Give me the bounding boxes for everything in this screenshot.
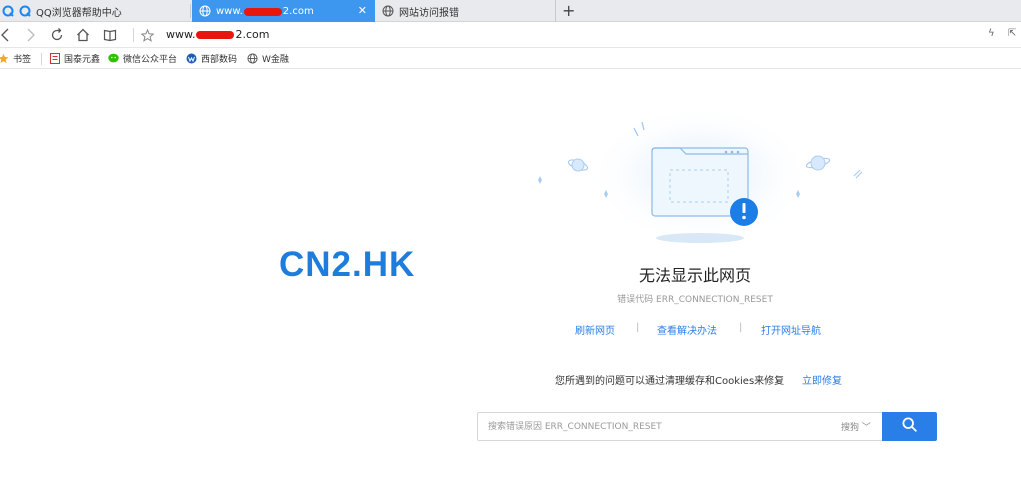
- bookmark-label: 西部数码: [201, 55, 238, 65]
- error-title: 无法显示此网页: [638, 266, 751, 285]
- reading-mode-icon[interactable]: [101, 26, 119, 44]
- qq-browser-icon: [19, 5, 31, 17]
- url-prefix: www.: [166, 28, 196, 41]
- navigation-bar: www. 2.com ϟ ⇱: [0, 23, 1021, 48]
- search-engine-select[interactable]: 搜狗 ﹀: [841, 420, 871, 433]
- bookmark-item[interactable]: 国泰元鑫: [49, 52, 100, 65]
- forward-icon[interactable]: [22, 26, 40, 44]
- globe-icon: [199, 5, 211, 17]
- cache-hint: 您所遇到的问题可以通过清理缓存和Cookies来修复: [555, 376, 785, 387]
- tab-title-prefix: www.: [216, 5, 243, 17]
- tab-title: 网站访问报错: [399, 7, 459, 19]
- home-icon[interactable]: [74, 26, 92, 44]
- bookmarks-label: 书签: [13, 55, 32, 65]
- tab-site-error[interactable]: 网站访问报错: [376, 0, 556, 22]
- bookmark-label: 国泰元鑫: [64, 55, 101, 65]
- error-actions: 刷新网页 | 查看解决办法 | 打开网址导航: [560, 322, 840, 338]
- search-button[interactable]: [882, 412, 937, 441]
- error-search-box: 搜狗 ﹀: [477, 412, 937, 441]
- redaction-mark: [243, 8, 282, 16]
- bookmarks-divider: [41, 53, 42, 65]
- close-tab-icon[interactable]: ✕: [358, 4, 367, 17]
- brand-watermark: CN2.HK: [279, 245, 416, 284]
- star-icon: [0, 53, 9, 64]
- globe-icon: [382, 5, 394, 17]
- search-icon: [902, 417, 917, 436]
- refresh-icon[interactable]: [48, 26, 66, 44]
- tab-divider: [190, 4, 191, 18]
- bookmark-item[interactable]: 微信公众平台: [108, 52, 177, 65]
- fix-now-link[interactable]: 立即修复: [802, 372, 842, 387]
- refresh-page-link[interactable]: 刷新网页: [575, 322, 615, 337]
- bookmark-item[interactable]: W金融: [247, 52, 289, 65]
- tab-strip: QQ浏览器帮助中心 www. 2.com ✕ 网站访问报错 +: [0, 0, 1021, 22]
- open-navigation-link[interactable]: 打开网址导航: [761, 322, 821, 337]
- action-separator: |: [636, 322, 640, 333]
- bookmarks-bar: 书签 国泰元鑫 微信公众平台 西部数码 W金融: [0, 49, 1021, 69]
- tab-active[interactable]: www. 2.com ✕: [192, 0, 375, 22]
- new-tab-icon[interactable]: +: [562, 1, 575, 20]
- nav-divider: [133, 28, 134, 42]
- url-suffix: 2.com: [235, 28, 270, 41]
- share-icon[interactable]: ⇱: [1008, 28, 1016, 39]
- tab-title: QQ浏览器帮助中心: [36, 7, 122, 19]
- west-digital-icon: [186, 53, 197, 64]
- back-icon[interactable]: [0, 26, 14, 44]
- wechat-icon: [108, 53, 119, 64]
- document-icon: [49, 53, 60, 64]
- search-input[interactable]: [478, 413, 833, 440]
- view-solutions-link[interactable]: 查看解决办法: [657, 322, 717, 337]
- star-icon[interactable]: [138, 26, 156, 44]
- bookmark-label: 微信公众平台: [123, 55, 178, 65]
- globe-icon: [247, 53, 258, 64]
- error-code: 错误代码 ERR_CONNECTION_RESET: [617, 295, 773, 305]
- bookmarks-menu[interactable]: 书签: [0, 52, 31, 65]
- tab-title-suffix: 2.com: [282, 5, 314, 17]
- bookmark-item[interactable]: 西部数码: [186, 52, 237, 65]
- tab-qq-help[interactable]: QQ浏览器帮助中心: [0, 0, 190, 22]
- lightning-icon[interactable]: ϟ: [988, 28, 995, 39]
- address-field[interactable]: www. 2.com: [166, 28, 269, 41]
- bookmark-label: W金融: [262, 55, 289, 65]
- qq-browser-icon: [2, 5, 14, 17]
- redaction-mark: [196, 31, 235, 39]
- action-separator: |: [739, 322, 743, 333]
- error-illustration: [520, 103, 880, 250]
